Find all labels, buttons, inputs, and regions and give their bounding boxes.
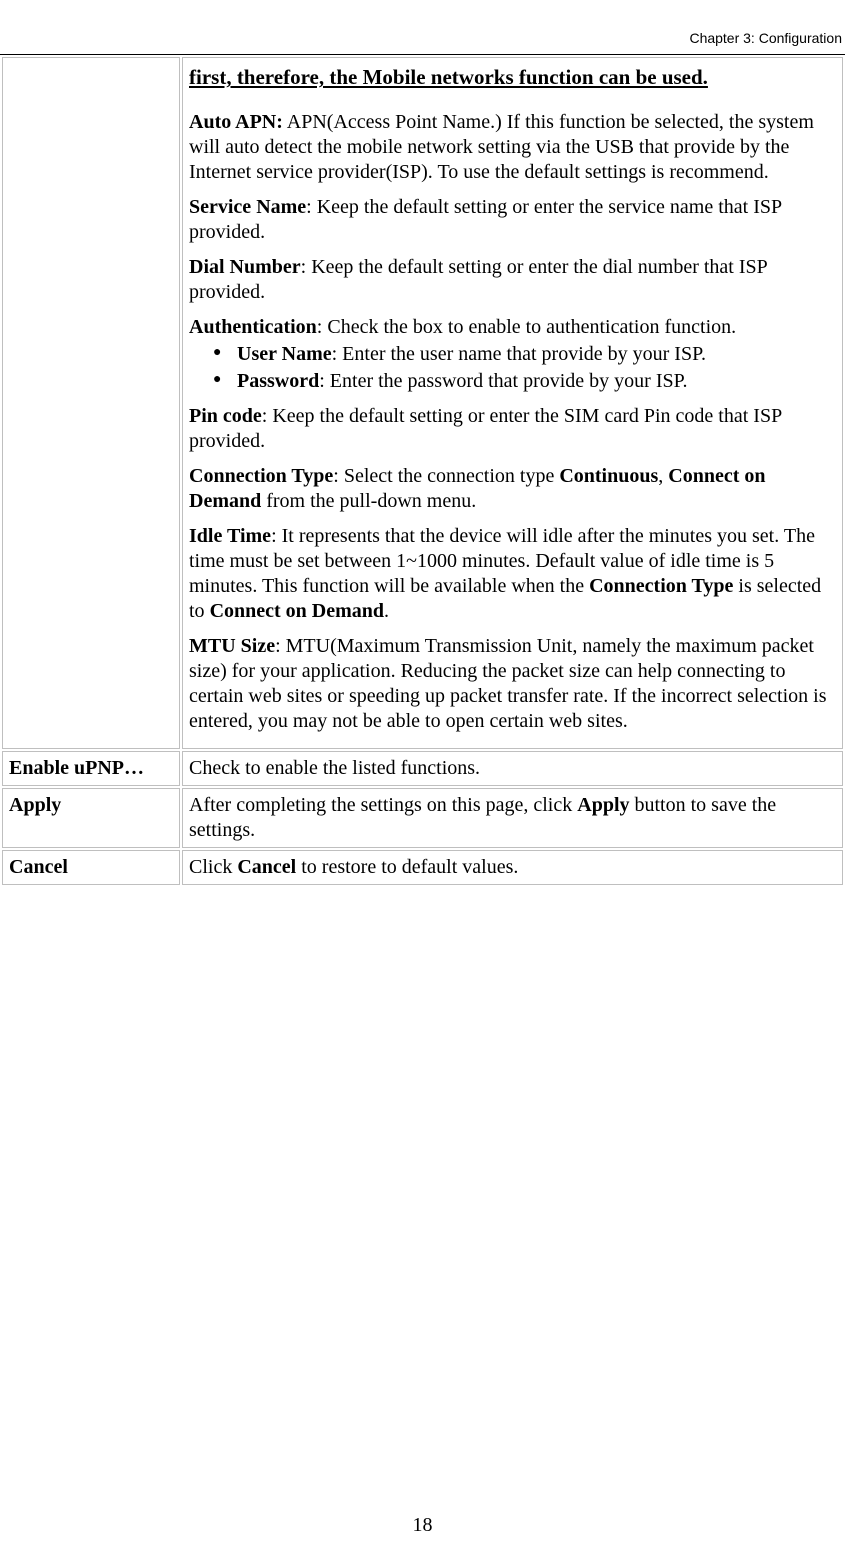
connection-type-pre: : Select the connection type bbox=[333, 465, 559, 487]
apply-pre: After completing the settings on this pa… bbox=[189, 794, 577, 816]
idle-time-label3: Connect on Demand bbox=[210, 600, 384, 622]
connection-type-opt1: Continuous bbox=[559, 465, 658, 487]
table-row: Cancel Click Cancel to restore to defaul… bbox=[2, 850, 843, 885]
row1-desc-cell: first, therefore, the Mobile networks fu… bbox=[182, 57, 843, 749]
table-row: Enable uPNP… Check to enable the listed … bbox=[2, 751, 843, 786]
mtu-size-para: MTU Size: MTU(Maximum Transmission Unit,… bbox=[189, 634, 836, 734]
pin-code-label: Pin code bbox=[189, 405, 262, 427]
connection-type-para: Connection Type: Select the connection t… bbox=[189, 464, 836, 514]
authentication-para: Authentication: Check the box to enable … bbox=[189, 315, 836, 340]
mtu-size-text: : MTU(Maximum Transmission Unit, namely … bbox=[189, 635, 827, 732]
idle-time-para: Idle Time: It represents that the device… bbox=[189, 524, 836, 624]
user-name-text: : Enter the user name that provide by yo… bbox=[332, 343, 706, 365]
service-name-label: Service Name bbox=[189, 196, 306, 218]
connection-type-sep: , bbox=[658, 465, 668, 487]
page: Chapter 3: Configuration first, therefor… bbox=[0, 0, 845, 1555]
auto-apn-text: APN(Access Point Name.) If this function… bbox=[189, 111, 814, 183]
apply-label: Apply bbox=[2, 788, 180, 848]
connection-type-label: Connection Type bbox=[189, 465, 333, 487]
auto-apn-para: Auto APN: APN(Access Point Name.) If thi… bbox=[189, 110, 836, 185]
cancel-pre: Click bbox=[189, 856, 237, 878]
apply-bold: Apply bbox=[577, 794, 629, 816]
list-item: User Name: Enter the user name that prov… bbox=[213, 342, 836, 367]
pin-code-text: : Keep the default setting or enter the … bbox=[189, 405, 781, 452]
password-text: : Enter the password that provide by you… bbox=[319, 370, 687, 392]
table-row: Apply After completing the settings on t… bbox=[2, 788, 843, 848]
cancel-post: to restore to default values. bbox=[296, 856, 518, 878]
row1-label-cell bbox=[2, 57, 180, 749]
idle-time-label: Idle Time bbox=[189, 525, 271, 547]
enable-upnp-label: Enable uPNP… bbox=[2, 751, 180, 786]
cancel-bold: Cancel bbox=[237, 856, 296, 878]
table-row: first, therefore, the Mobile networks fu… bbox=[2, 57, 843, 749]
idle-time-label2: Connection Type bbox=[589, 575, 733, 597]
dial-number-para: Dial Number: Keep the default setting or… bbox=[189, 255, 836, 305]
service-name-para: Service Name: Keep the default setting o… bbox=[189, 195, 836, 245]
auto-apn-label: Auto APN: bbox=[189, 111, 283, 133]
cancel-label: Cancel bbox=[2, 850, 180, 885]
chapter-header: Chapter 3: Configuration bbox=[0, 30, 845, 46]
connection-type-post: from the pull-down menu. bbox=[261, 490, 476, 512]
authentication-text: : Check the box to enable to authenticat… bbox=[317, 316, 736, 338]
dial-number-label: Dial Number bbox=[189, 256, 301, 278]
apply-desc: After completing the settings on this pa… bbox=[182, 788, 843, 848]
config-table: first, therefore, the Mobile networks fu… bbox=[0, 55, 845, 887]
mtu-size-label: MTU Size bbox=[189, 635, 275, 657]
enable-upnp-desc: Check to enable the listed functions. bbox=[182, 751, 843, 786]
row1-topline: first, therefore, the Mobile networks fu… bbox=[189, 64, 836, 90]
pin-code-para: Pin code: Keep the default setting or en… bbox=[189, 404, 836, 454]
auth-bullets: User Name: Enter the user name that prov… bbox=[189, 342, 836, 394]
list-item: Password: Enter the password that provid… bbox=[213, 369, 836, 394]
user-name-label: User Name bbox=[237, 343, 332, 365]
password-label: Password bbox=[237, 370, 319, 392]
idle-time-text3: . bbox=[384, 600, 389, 622]
page-number: 18 bbox=[0, 1514, 845, 1537]
authentication-label: Authentication bbox=[189, 316, 317, 338]
cancel-desc: Click Cancel to restore to default value… bbox=[182, 850, 843, 885]
